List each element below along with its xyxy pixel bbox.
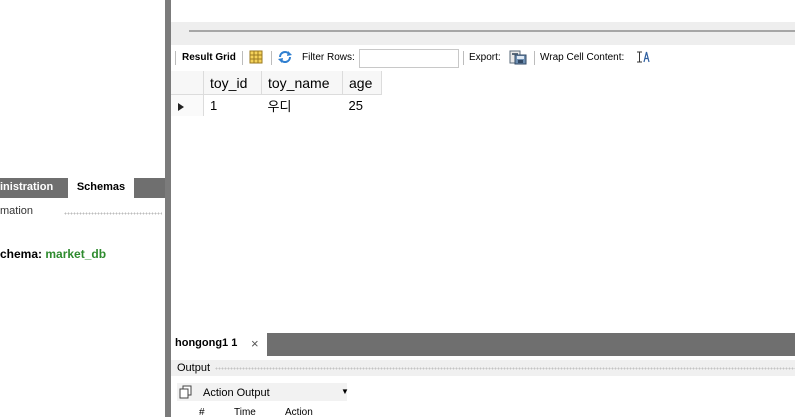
corner-cell [171,71,204,95]
cell-age[interactable]: 25 [343,95,382,117]
header-divider [215,367,795,370]
refresh-icon[interactable] [277,45,293,71]
toolbar-separator [271,51,272,65]
column-header-toy-id[interactable]: toy_id [203,71,262,95]
filter-rows-label: Filter Rows: [302,52,355,63]
chevron-down-icon[interactable]: ▼ [341,383,349,401]
result-grid[interactable]: toy_id toy_name age 1 우디 25 [171,71,795,333]
output-column-number: # [199,407,205,418]
wrap-cell-icon[interactable] [636,45,650,71]
table-row[interactable]: 1 우디 25 [171,94,382,117]
output-column-time: Time [234,407,256,418]
result-toolbar: Result Grid Filter Rows: Export: Wrap Ce… [171,45,795,71]
output-label: Output [177,362,211,374]
sql-editor-scrollbar-area [171,22,795,45]
column-header-toy-name[interactable]: toy_name [261,71,343,95]
horizontal-scrollbar[interactable] [189,30,795,32]
toolbar-separator [534,51,535,65]
close-icon[interactable]: × [251,334,259,354]
output-header: Output [171,360,795,376]
toolbar-separator [463,51,464,65]
tab-administration[interactable]: inistration [0,178,68,198]
output-column-action: Action [285,407,313,418]
information-header: mation [0,205,165,219]
wrap-cell-content-label: Wrap Cell Content: [540,52,625,63]
output-panel: Output Action Output ▼ # Time Action [171,356,795,418]
tab-schemas[interactable]: Schemas [68,178,134,198]
tab-hongong1-1[interactable]: hongong1 1 × [171,333,267,356]
row-pointer-icon[interactable] [171,94,204,116]
header-divider [64,212,162,215]
output-type-select[interactable]: Action Output ▼ [177,383,349,402]
toolbar-separator [242,51,243,65]
sql-editor[interactable] [171,0,795,22]
output-type-value: Action Output [203,387,270,399]
schema-name: market_db [45,247,107,261]
copy-icon[interactable] [179,385,193,402]
grid-layout-icon[interactable] [249,45,263,71]
export-icon[interactable] [509,45,527,71]
schema-info: chema: market_db [0,247,106,261]
result-tabstrip: hongong1 1 × [171,333,795,356]
cell-toy-id[interactable]: 1 [204,95,262,117]
filter-rows-input[interactable] [359,49,459,68]
export-label: Export: [469,52,501,63]
result-table: toy_id toy_name age 1 우디 25 [171,71,382,116]
information-label: mation [0,205,34,217]
tab-label: hongong1 1 [175,337,238,349]
schema-prefix: chema: [0,247,46,261]
toolbar-separator [175,51,176,65]
result-grid-button[interactable]: Result Grid [182,45,236,71]
navigator-tabstrip: inistration Schemas [0,178,165,198]
header-row: toy_id toy_name age [171,71,382,95]
cell-toy-name[interactable]: 우디 [262,95,343,117]
column-header-age[interactable]: age [342,71,382,95]
